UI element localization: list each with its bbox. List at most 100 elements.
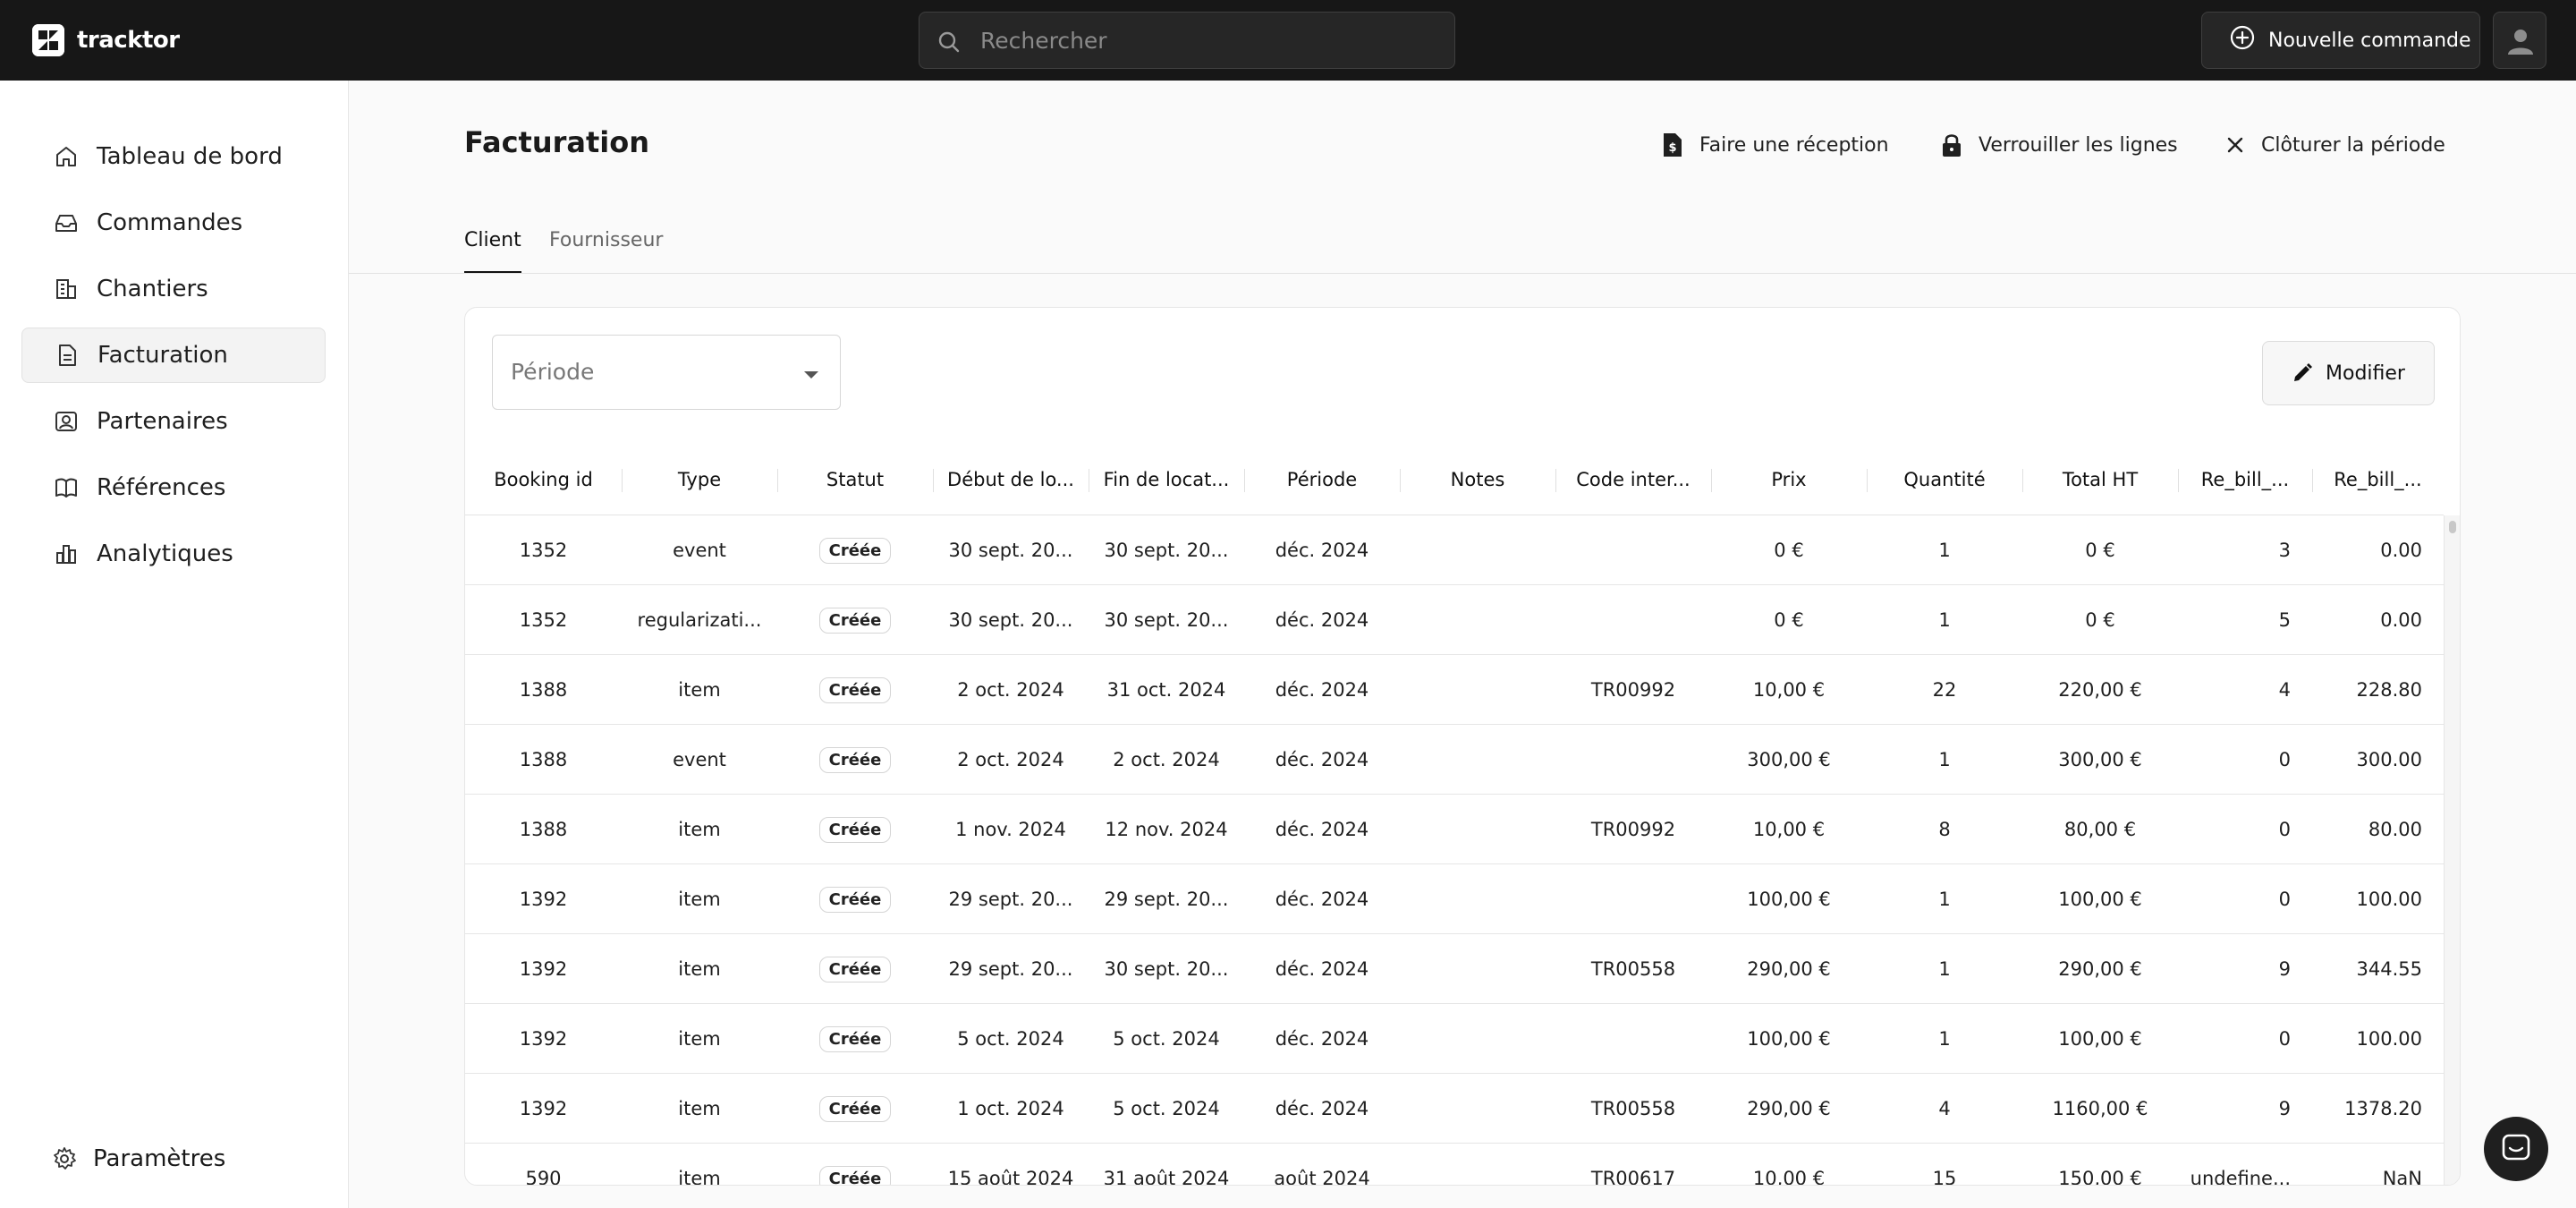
cell-text: 0 (2278, 889, 2291, 910)
tab-fournisseur[interactable]: Fournisseur (549, 229, 663, 274)
column-header-re-bill-1[interactable]: Re_bill_... (2178, 444, 2312, 515)
table-row[interactable]: 1388 event Créée 2 oct. 2024 2 oct. 2024 déc.… (465, 725, 2444, 795)
cell-text: 29 sept. 20... (948, 958, 1073, 980)
cell-type: item (622, 864, 777, 934)
column-header-notes[interactable]: Notes (1400, 444, 1555, 515)
column-header-code-interne[interactable]: Code inter... (1555, 444, 1711, 515)
cell-fin-location: 5 oct. 2024 (1089, 1004, 1244, 1074)
column-header-total-ht[interactable]: Total HT (2022, 444, 2178, 515)
column-header-re-bill-2[interactable]: Re_bill_... (2312, 444, 2444, 515)
cell-text: item (678, 889, 721, 910)
cell-text: 30 sept. 20... (1104, 609, 1229, 631)
cell-text: TR00558 (1590, 958, 1676, 980)
sidebar-item-commandes[interactable]: Commandes (21, 195, 326, 251)
cell-re-bill-1: 3 (2178, 515, 2312, 585)
brand-logo[interactable]: tracktor (32, 23, 180, 57)
sidebar-item-analytiques[interactable]: Analytiques (21, 526, 326, 582)
column-header-prix[interactable]: Prix (1711, 444, 1867, 515)
column-header-type[interactable]: Type (622, 444, 777, 515)
cell-notes (1400, 1144, 1555, 1185)
cell-statut: Créée (777, 1144, 933, 1185)
cell-statut: Créée (777, 1074, 933, 1144)
cell-periode: déc. 2024 (1244, 934, 1400, 1004)
cell-total-ht: 80,00 € (2022, 795, 2178, 864)
table-row[interactable]: 1352 event Créée 30 sept. 20... 30 sept. 20.… (465, 515, 2444, 585)
user-menu-button[interactable] (2493, 12, 2546, 69)
column-separator[interactable] (1400, 469, 1401, 492)
cell-text: déc. 2024 (1275, 819, 1369, 840)
cell-text: 3 (2278, 540, 2291, 561)
cell-debut-location: 1 nov. 2024 (933, 795, 1089, 864)
svg-text:$: $ (1668, 141, 1676, 155)
column-separator[interactable] (1555, 469, 1556, 492)
invoice-icon (59, 345, 76, 366)
search-box[interactable] (919, 12, 1455, 69)
tab-client[interactable]: Client (464, 229, 521, 274)
table-row[interactable]: 1388 item Créée 1 nov. 2024 12 nov. 2024 déc.… (465, 795, 2444, 864)
cell-periode: déc. 2024 (1244, 725, 1400, 795)
sidebar-item-references[interactable]: Références (21, 460, 326, 515)
column-separator[interactable] (2312, 469, 2313, 492)
cell-statut: Créée (777, 934, 933, 1004)
sidebar: Tableau de bord Commandes Chantiers Fact… (0, 81, 349, 1208)
column-separator[interactable] (622, 469, 623, 492)
new-order-button[interactable]: Nouvelle commande (2201, 12, 2480, 69)
cell-notes (1400, 585, 1555, 655)
cell-booking-id: 1352 (465, 585, 622, 655)
cell-text: 5 oct. 2024 (1113, 1098, 1220, 1119)
column-separator[interactable] (933, 469, 934, 492)
scrollbar-thumb[interactable] (2449, 521, 2456, 533)
modify-button[interactable]: Modifier (2262, 341, 2435, 405)
cell-text: 22 (1932, 679, 1957, 701)
column-separator[interactable] (2022, 469, 2023, 492)
column-header-periode[interactable]: Période (1244, 444, 1400, 515)
column-header-debut-location[interactable]: Début de lo... (933, 444, 1089, 515)
table-row[interactable]: 590 item Créée 15 août 2024 31 août 2024 août… (465, 1144, 2444, 1185)
lock-lines-button[interactable]: Verrouiller les lignes (1941, 129, 2178, 161)
cell-debut-location: 2 oct. 2024 (933, 655, 1089, 725)
column-separator[interactable] (777, 469, 778, 492)
period-select[interactable]: Période (492, 335, 841, 410)
cell-notes (1400, 725, 1555, 795)
cell-text: 1352 (519, 609, 568, 631)
cell-total-ht: 150,00 € (2022, 1144, 2178, 1185)
sidebar-item-partenaires[interactable]: Partenaires (21, 394, 326, 449)
period-placeholder: Période (511, 359, 595, 385)
sidebar-item-tableau-de-bord[interactable]: Tableau de bord (21, 129, 326, 184)
cell-text: déc. 2024 (1275, 540, 1369, 561)
column-separator[interactable] (1244, 469, 1245, 492)
reception-button[interactable]: $ Faire une réception (1662, 129, 1889, 161)
cell-re-bill-1: 5 (2178, 585, 2312, 655)
support-chat-button[interactable] (2484, 1117, 2548, 1181)
column-header-booking-id[interactable]: Booking id (465, 444, 622, 515)
table-row[interactable]: 1392 item Créée 29 sept. 20... 30 sept. 20..… (465, 934, 2444, 1004)
table-row[interactable]: 1388 item Créée 2 oct. 2024 31 oct. 2024 déc.… (465, 655, 2444, 725)
cell-text: 9 (2278, 1098, 2291, 1119)
cell-re-bill-1: undefine... (2178, 1144, 2312, 1185)
cell-total-ht: 1160,00 € (2022, 1074, 2178, 1144)
table-row[interactable]: 1392 item Créée 29 sept. 20... 29 sept. 20..… (465, 864, 2444, 934)
column-header-quantite[interactable]: Quantité (1867, 444, 2022, 515)
cell-type: regularizati... (622, 585, 777, 655)
table-row[interactable]: 1392 item Créée 5 oct. 2024 5 oct. 2024 déc. … (465, 1004, 2444, 1074)
sidebar-item-chantiers[interactable]: Chantiers (21, 261, 326, 317)
column-separator[interactable] (2178, 469, 2179, 492)
search-input[interactable] (980, 13, 1445, 68)
cell-periode: août 2024 (1244, 1144, 1400, 1185)
column-separator[interactable] (1867, 469, 1868, 492)
sidebar-item-label: Références (97, 474, 226, 501)
cell-text: 0 € (2085, 609, 2115, 631)
column-header-statut[interactable]: Statut (777, 444, 933, 515)
table-scrollbar[interactable] (2444, 515, 2460, 1185)
close-period-button[interactable]: Clôturer la période (2225, 129, 2445, 161)
column-separator[interactable] (1711, 469, 1712, 492)
table-row[interactable]: 1352 regularizati... Créée 30 sept. 20... 30… (465, 585, 2444, 655)
table-row[interactable]: 1392 item Créée 1 oct. 2024 5 oct. 2024 déc. … (465, 1074, 2444, 1144)
sidebar-item-facturation[interactable]: Facturation (21, 328, 326, 383)
cell-prix: 290,00 € (1711, 934, 1867, 1004)
sidebar-item-parametres[interactable]: Paramètres (52, 1141, 225, 1177)
cell-periode: déc. 2024 (1244, 864, 1400, 934)
lock-lines-label: Verrouiller les lignes (1979, 133, 2178, 157)
cell-re-bill-2: 0.00 (2312, 515, 2444, 585)
column-header-fin-location[interactable]: Fin de locat... (1089, 444, 1244, 515)
